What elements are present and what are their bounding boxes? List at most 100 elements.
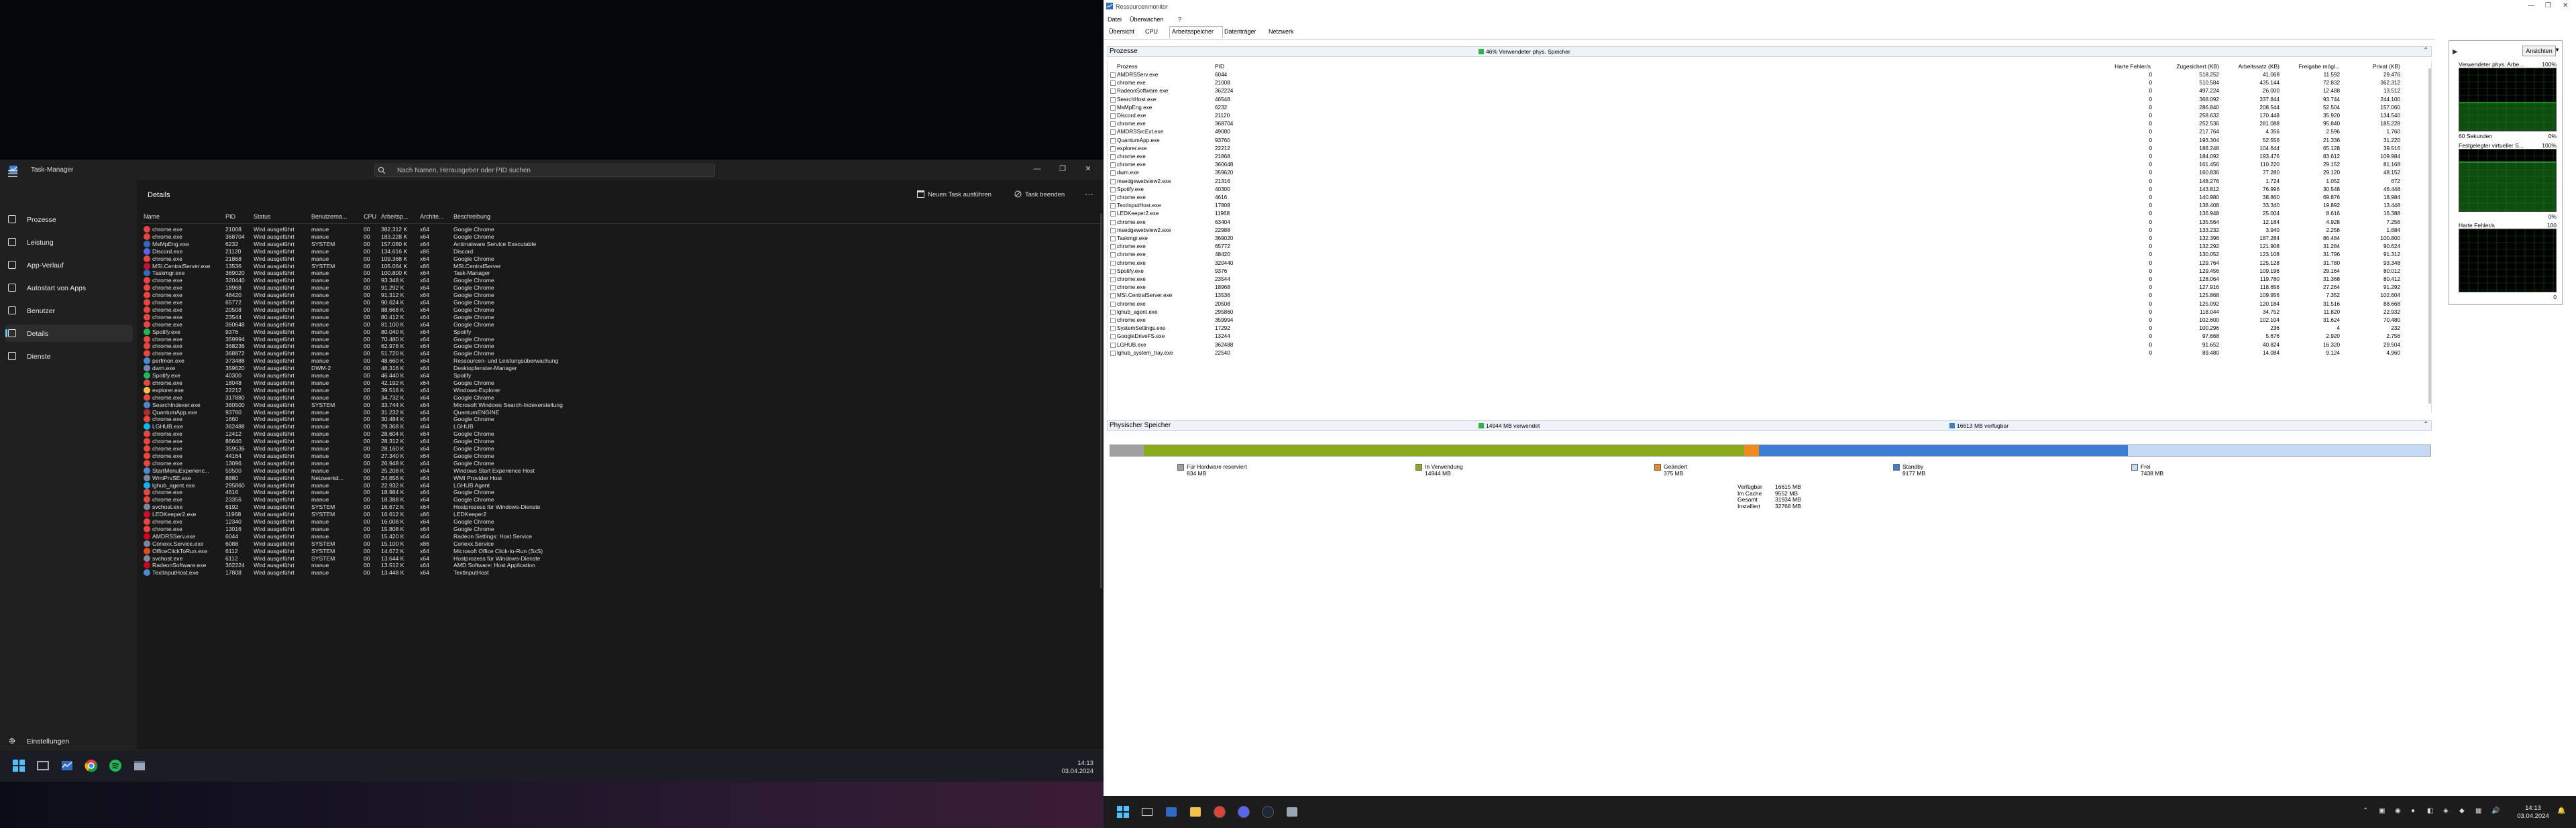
process-row[interactable]: chrome.exe 18968 0 127.916 118.656 27.264 91.2… <box>1108 284 2431 292</box>
process-checkbox[interactable] <box>1110 244 1116 250</box>
process-checkbox[interactable] <box>1110 227 1116 233</box>
process-checkbox[interactable] <box>1110 268 1116 274</box>
tab-datenträger[interactable]: Datenträger <box>1224 28 1256 35</box>
process-checkbox[interactable] <box>1110 113 1116 119</box>
process-row[interactable]: SearchHost.exe 46548 0 368.092 337.844 93.744… <box>1108 96 2431 104</box>
process-checkbox[interactable] <box>1110 342 1116 348</box>
process-row[interactable]: chrome.exe 21868 0 184.092 193.476 83.612 109.… <box>1108 153 2431 161</box>
process-checkbox[interactable] <box>1110 326 1116 332</box>
maximize-button[interactable]: ❐ <box>1055 164 1071 174</box>
column-header-4[interactable]: CPU <box>364 213 380 220</box>
process-row[interactable]: Taskmgr.exe 369020 0 132.396 187.284 86.484 10… <box>1108 235 2431 243</box>
taskbar-desktop-button[interactable] <box>35 758 51 774</box>
process-row[interactable]: TextInputHost.exe 17808 0 138.408 33.340 19.8… <box>1108 202 2431 210</box>
process-row[interactable]: SystemSettings.exe 17292 0 100.296 236 4 232 <box>1108 324 2431 333</box>
process-row[interactable]: dwm.exe 359620 0 160.836 77.280 29.120 48.152 <box>1108 169 2431 177</box>
process-checkbox[interactable] <box>1110 211 1116 217</box>
process-row[interactable]: LGHUB.exe 362488 0 91.652 40.824 16.320 29.504 <box>1108 341 2431 349</box>
column-header-1[interactable]: PID <box>225 213 252 220</box>
taskbar-chrome-button[interactable] <box>83 758 99 774</box>
menu-item-2[interactable]: ? <box>1178 16 1181 23</box>
process-row[interactable]: chrome.exe 65772 0 132.292 121.908 31.284 90.6… <box>1108 243 2431 251</box>
start-button[interactable] <box>11 758 27 774</box>
process-row[interactable]: chrome.exe 48420 0 130.052 123.108 31.796 91.3… <box>1108 251 2431 259</box>
taskbar-spotify-button[interactable] <box>107 758 123 774</box>
process-checkbox[interactable] <box>1110 219 1116 225</box>
nav-item-dienste[interactable]: Dienste <box>5 347 133 365</box>
nav-item-autostart-von-apps[interactable]: Autostart von Apps <box>5 279 133 296</box>
process-row[interactable]: chrome.exe 359994 0 102.600 102.104 31.624 70.… <box>1108 316 2431 324</box>
process-row[interactable]: msedgewebview2.exe 22988 0 133.232 3.940 2.25… <box>1108 227 2431 235</box>
nav-item-benutzer[interactable]: Benutzer <box>5 302 133 319</box>
process-column-header-5[interactable]: Freigabe mögl... <box>2285 63 2340 70</box>
nav-item-app-verlauf[interactable]: App-Verlauf <box>5 256 133 274</box>
nav-item-prozesse[interactable]: Prozesse <box>5 211 133 228</box>
process-row[interactable]: chrome.exe 63404 0 135.564 12.184 4.928 7.256 <box>1108 219 2431 227</box>
process-row[interactable]: lghub_agent.exe 295860 0 118.044 34.752 11.82… <box>1108 308 2431 316</box>
process-checkbox[interactable] <box>1110 252 1116 258</box>
task-manager-titlebar[interactable]: Task-Manager Nach Namen, Herausgeber ode… <box>0 160 1104 180</box>
process-row[interactable]: GoogleDriveFS.exe 13244 0 97.668 5.676 2.920 2… <box>1108 333 2431 341</box>
tray-amd-icon[interactable]: ◧ <box>2427 807 2433 815</box>
file-explorer-button[interactable] <box>1187 804 1203 820</box>
process-column-header-1[interactable]: PID <box>1215 63 1224 70</box>
column-header-6[interactable]: Archite... <box>420 213 452 220</box>
table-row[interactable]: TextInputHost.exe 17808 Wird ausgeführt man… <box>142 569 1104 577</box>
right-taskbar-clock[interactable]: 14:13 03.04.2024 <box>2517 805 2549 821</box>
process-checkbox[interactable] <box>1110 203 1116 209</box>
discord-button[interactable] <box>1236 804 1252 820</box>
process-checkbox[interactable] <box>1110 186 1116 192</box>
tray-overflow-icon[interactable]: ⌃ <box>2363 807 2368 815</box>
taskbar-taskmgr-button[interactable] <box>59 758 75 774</box>
process-column-header-6[interactable]: Privat (KB) <box>2345 63 2400 70</box>
process-checkbox[interactable] <box>1110 88 1116 95</box>
process-row[interactable]: explorer.exe 22212 0 188.248 104.644 65.128 39… <box>1108 145 2431 153</box>
chevron-down-icon[interactable]: ▼ <box>2555 47 2560 53</box>
close-button[interactable]: ✕ <box>1080 164 1096 174</box>
process-column-header-2[interactable]: Harte Fehler/s <box>2097 63 2151 70</box>
chrome-button[interactable] <box>1212 804 1228 820</box>
minimize-button[interactable]: — <box>2528 2 2534 9</box>
collapse-icon[interactable]: ⌃ <box>2423 421 2428 428</box>
tab-netzwerk[interactable]: Netzwerk <box>1269 28 1294 35</box>
menu-item-0[interactable]: Datei <box>1108 16 1122 23</box>
process-row[interactable]: LEDKeeper2.exe 11968 0 136.948 25.004 8.616 16… <box>1108 210 2431 218</box>
tab-cpu[interactable]: CPU <box>1145 28 1158 35</box>
expand-graphs-icon[interactable]: ▶ <box>2453 48 2458 56</box>
process-row[interactable]: chrome.exe 23544 0 128.064 119.780 31.368 80.4… <box>1108 276 2431 284</box>
process-checkbox[interactable] <box>1110 154 1116 160</box>
process-checkbox[interactable] <box>1110 137 1116 143</box>
process-checkbox[interactable] <box>1110 277 1116 282</box>
process-row[interactable]: AMDRSSrcExt.exe 49080 0 217.764 4.356 2.596 1.… <box>1108 128 2431 136</box>
process-row[interactable]: QuantumApp.exe 93760 0 193.304 52.556 21.336 3… <box>1108 137 2431 145</box>
steam-button[interactable] <box>1260 804 1276 820</box>
left-taskbar-clock[interactable]: 14:13 03.04.2024 <box>1053 760 1093 776</box>
close-button[interactable]: ✕ <box>2563 2 2568 9</box>
collapse-icon[interactable]: ⌃ <box>2423 47 2428 54</box>
process-column-header-0[interactable]: Prozess <box>1117 63 1138 70</box>
new-task-button[interactable]: Neuen Task ausführen <box>917 190 991 200</box>
views-button[interactable]: Ansichten <box>2522 46 2556 56</box>
process-checkbox[interactable] <box>1110 195 1116 200</box>
process-checkbox[interactable] <box>1110 236 1116 241</box>
process-row[interactable]: chrome.exe 320440 0 129.764 125.128 31.780 93.… <box>1108 259 2431 268</box>
nav-item-details[interactable]: Details <box>5 324 133 342</box>
process-row[interactable]: MSI.CentralServer.exe 13536 0 125.868 109.95… <box>1108 292 2431 300</box>
task-view-button[interactable] <box>1139 804 1155 820</box>
nav-item-leistung[interactable]: Leistung <box>5 233 133 251</box>
process-checkbox[interactable] <box>1110 72 1116 78</box>
minimize-button[interactable]: — <box>1029 164 1045 174</box>
notification-bell-icon[interactable]: 🔔 <box>2557 807 2565 815</box>
column-header-3[interactable]: Benutzerna... <box>311 213 362 220</box>
process-row[interactable]: chrome.exe 368704 0 252.536 281.088 95.840 185… <box>1108 120 2431 128</box>
process-checkbox[interactable] <box>1110 301 1116 307</box>
tray-volume-icon[interactable]: 🔊 <box>2491 807 2500 815</box>
tray-spotify-icon[interactable]: ● <box>2411 807 2415 815</box>
tab-arbeitsspeicher[interactable]: Arbeitsspeicher <box>1172 28 1214 35</box>
process-row[interactable]: lghub_system_tray.exe 22540 0 89.480 14.084 9… <box>1108 349 2431 357</box>
process-checkbox[interactable] <box>1110 170 1116 176</box>
process-checkbox[interactable] <box>1110 293 1116 299</box>
start-button[interactable] <box>1115 804 1131 820</box>
process-checkbox[interactable] <box>1110 178 1116 184</box>
task-manager-button[interactable] <box>1163 804 1179 820</box>
